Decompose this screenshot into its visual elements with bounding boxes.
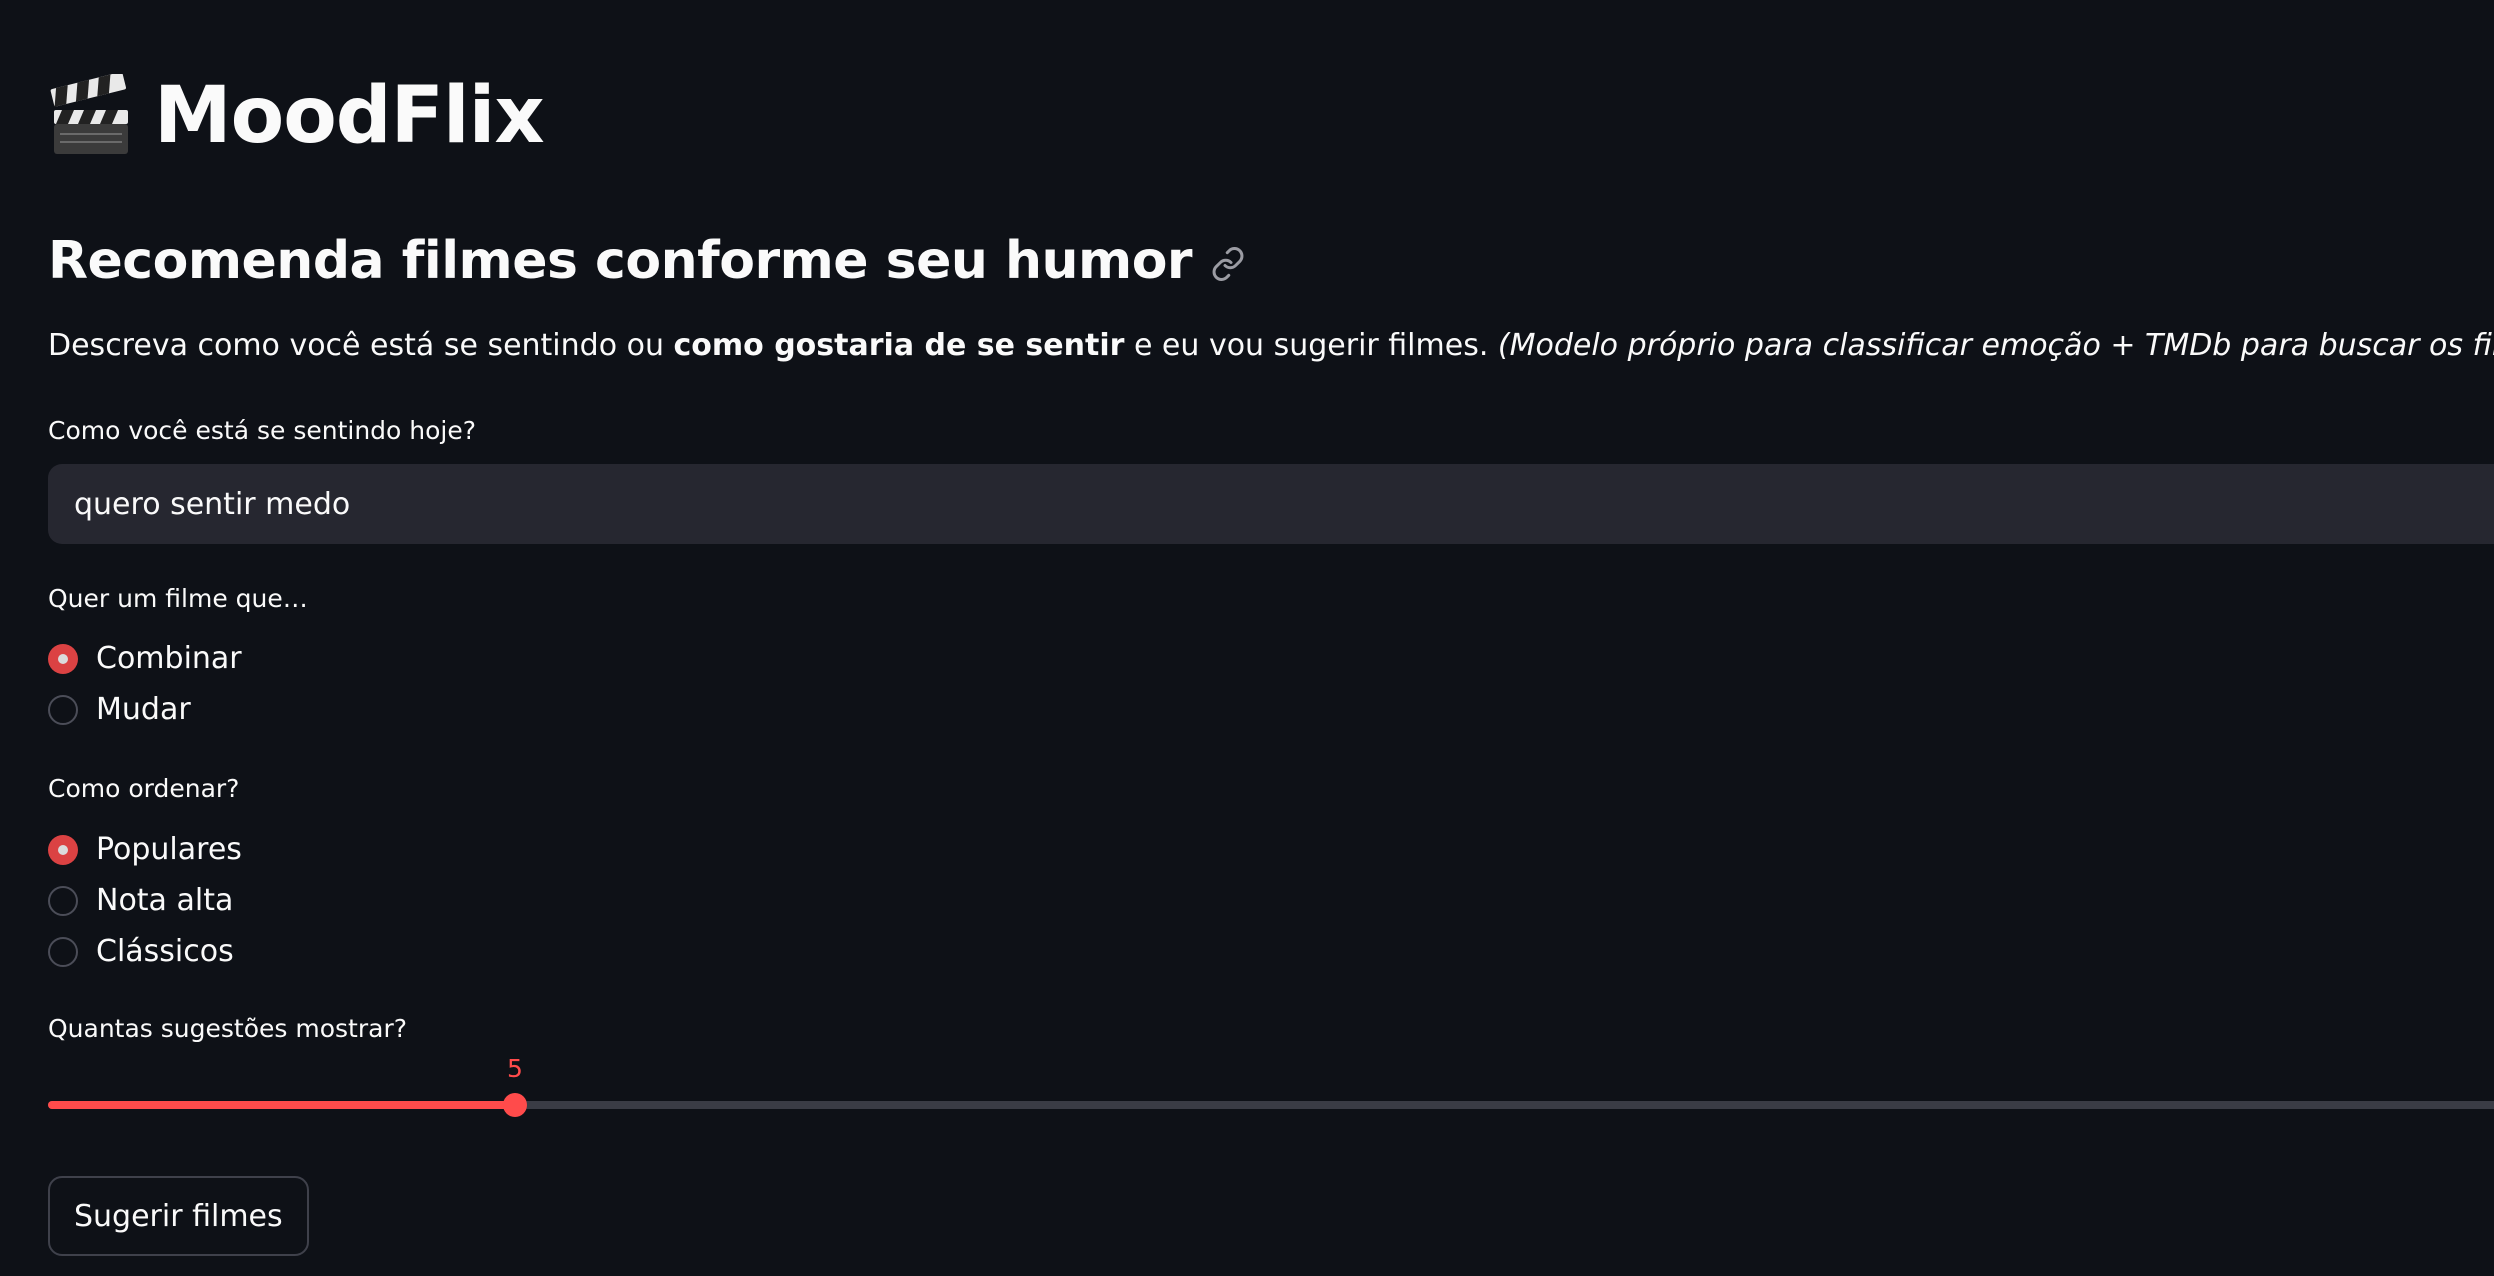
radio-option-nota-alta[interactable]: Nota alta: [48, 875, 242, 926]
match-radio-group: Combinar Mudar: [48, 633, 242, 735]
count-slider[interactable]: 5: [48, 1052, 2494, 1117]
order-radio-group: Populares Nota alta Clássicos: [48, 824, 242, 977]
radio-option-classicos[interactable]: Clássicos: [48, 926, 242, 977]
description-bold: como gostaria de se sentir: [673, 328, 1125, 363]
radio-option-label: Populares: [96, 832, 242, 867]
radio-option-populares[interactable]: Populares: [48, 824, 242, 875]
description-text: Descreva como você está se sentindo ou c…: [48, 328, 2494, 363]
suggest-movies-button[interactable]: Sugerir filmes: [48, 1176, 309, 1256]
title-row: MoodFlix: [48, 66, 545, 166]
radio-unchecked-icon[interactable]: [48, 936, 78, 967]
subheader-row: Recomenda filmes conforme seu humor: [48, 226, 1246, 296]
app-page: MoodFlix Recomenda filmes conforme seu h…: [0, 0, 2494, 1276]
mood-input-label: Como você está se sentindo hoje?: [48, 416, 477, 445]
radio-unchecked-icon[interactable]: [48, 694, 78, 725]
order-radio-label: Como ordenar?: [48, 774, 240, 803]
description-part2: e eu vou sugerir filmes.: [1124, 328, 1498, 363]
radio-option-label: Combinar: [96, 641, 242, 676]
radio-option-mudar[interactable]: Mudar: [48, 684, 242, 735]
link-icon[interactable]: [1210, 246, 1246, 282]
radio-checked-icon[interactable]: [48, 834, 78, 865]
app-title: MoodFlix: [154, 71, 545, 161]
slider-thumb[interactable]: [503, 1093, 527, 1117]
match-radio-label: Quer um filme que…: [48, 584, 308, 613]
radio-checked-icon[interactable]: [48, 643, 78, 674]
description-italic: (Modelo próprio para classificar emoção …: [1497, 328, 2494, 363]
radio-option-label: Mudar: [96, 692, 191, 727]
slider-fill: [48, 1101, 515, 1109]
radio-option-label: Nota alta: [96, 883, 234, 918]
page-subheader: Recomenda filmes conforme seu humor: [48, 231, 1193, 291]
radio-option-combinar[interactable]: Combinar: [48, 633, 242, 684]
slider-value-label: 5: [507, 1054, 523, 1083]
radio-option-label: Clássicos: [96, 934, 234, 969]
clapper-board-icon: [50, 74, 128, 154]
radio-unchecked-icon[interactable]: [48, 885, 78, 916]
description-part1: Descreva como você está se sentindo ou: [48, 328, 674, 363]
mood-input[interactable]: [48, 464, 2494, 544]
count-slider-label: Quantas sugestões mostrar?: [48, 1014, 407, 1043]
